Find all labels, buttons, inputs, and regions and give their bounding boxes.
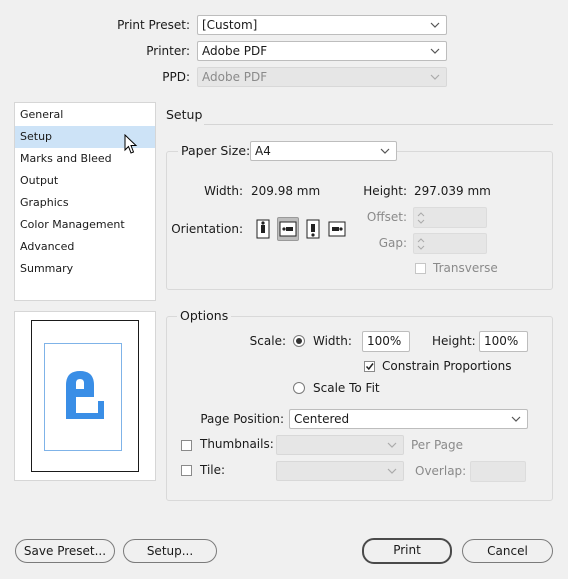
chevron-down-icon	[430, 74, 440, 80]
overlap-label: Overlap:	[415, 464, 467, 478]
chevron-down-icon	[511, 416, 521, 422]
checkmark-icon	[365, 363, 374, 371]
gap-field	[413, 233, 487, 254]
sidebar-item-label: Setup	[20, 130, 53, 143]
paper-height-label: Height:	[363, 184, 407, 198]
print-preset-value: [Custom]	[202, 18, 258, 32]
chevron-down-icon	[380, 148, 390, 154]
paper-height-value: 297.039 mm	[414, 184, 491, 198]
sidebar-item-general[interactable]: General	[15, 104, 155, 126]
constrain-proportions-label: Constrain Proportions	[382, 359, 512, 373]
orientation-portrait-button[interactable]	[254, 218, 272, 240]
transverse-checkbox	[415, 263, 426, 274]
thumbnails-checkbox[interactable]	[181, 440, 192, 451]
print-preset-label: Print Preset:	[117, 18, 190, 32]
sidebar-item-label: Summary	[20, 262, 74, 275]
tile-label: Tile:	[200, 463, 226, 477]
stepper-icon	[417, 238, 425, 250]
page-position-label: Page Position:	[200, 412, 284, 426]
tile-select	[276, 461, 404, 481]
sidebar-item-output[interactable]: Output	[15, 170, 155, 192]
per-page-label: Per Page	[411, 438, 463, 452]
transverse-label: Transverse	[433, 261, 498, 275]
scale-label: Scale:	[249, 334, 286, 348]
section-divider	[204, 124, 553, 125]
orientation-landscape-button[interactable]	[277, 217, 299, 241]
sidebar-item-advanced[interactable]: Advanced	[15, 236, 155, 258]
portrait-icon	[256, 219, 270, 239]
sidebar-item-label: General	[20, 108, 64, 121]
landscape-icon	[279, 221, 297, 237]
page-content-preview-icon	[66, 371, 104, 419]
save-preset-button[interactable]: Save Preset...	[15, 539, 115, 563]
paper-width-label: Width:	[204, 184, 243, 198]
sidebar-item-color-management[interactable]: Color Management	[15, 214, 155, 236]
chevron-down-icon	[430, 22, 440, 28]
paper-size-value: A4	[255, 144, 271, 158]
scale-to-fit-label: Scale To Fit	[313, 381, 380, 395]
sidebar-item-label: Graphics	[20, 196, 69, 209]
print-button[interactable]: Print	[362, 538, 452, 564]
scale-height-label: Height:	[432, 334, 476, 348]
preview-panel	[14, 311, 156, 481]
tile-checkbox[interactable]	[181, 465, 192, 476]
printer-label: Printer:	[146, 44, 190, 58]
printer-value: Adobe PDF	[202, 44, 268, 58]
printer-select[interactable]: Adobe PDF	[197, 41, 447, 61]
sidebar-item-label: Advanced	[20, 240, 75, 253]
sidebar-item-label: Output	[20, 174, 59, 187]
overlap-field	[470, 461, 526, 482]
sidebar-item-label: Marks and Bleed	[20, 152, 112, 165]
chevron-down-icon	[387, 442, 397, 448]
ppd-value: Adobe PDF	[202, 70, 268, 84]
mouse-cursor-icon	[124, 134, 138, 154]
scale-width-radio[interactable]	[293, 335, 305, 347]
reverse-portrait-icon	[306, 219, 320, 239]
sidebar-item-label: Color Management	[20, 218, 125, 231]
setup-button[interactable]: Setup...	[123, 539, 217, 563]
scale-height-input[interactable]: 100%	[479, 331, 528, 352]
stepper-icon	[417, 212, 425, 224]
chevron-down-icon	[430, 48, 440, 54]
ppd-label: PPD:	[162, 70, 190, 84]
print-preset-select[interactable]: [Custom]	[197, 15, 447, 35]
offset-field	[413, 207, 487, 228]
cancel-button[interactable]: Cancel	[462, 539, 553, 563]
offset-label: Offset:	[366, 210, 407, 224]
scale-width-input[interactable]: 100%	[362, 331, 410, 352]
paper-size-select[interactable]: A4	[250, 141, 397, 161]
thumbnails-select	[276, 435, 404, 455]
paper-size-label: Paper Size:	[178, 143, 254, 158]
sidebar-item-summary[interactable]: Summary	[15, 258, 155, 280]
category-list: General Setup Marks and Bleed Output Gra…	[14, 102, 156, 301]
orientation-label: Orientation:	[171, 222, 243, 236]
thumbnails-label: Thumbnails:	[200, 437, 274, 451]
page-preview	[31, 320, 139, 472]
options-legend: Options	[177, 308, 232, 323]
scale-to-fit-radio[interactable]	[293, 382, 305, 394]
ppd-select: Adobe PDF	[197, 67, 447, 87]
scale-width-label: Width:	[313, 334, 352, 348]
chevron-down-icon	[387, 468, 397, 474]
orientation-reverse-portrait-button[interactable]	[304, 218, 322, 240]
page-position-value: Centered	[294, 412, 350, 426]
paper-width-value: 209.98 mm	[251, 184, 321, 198]
section-title: Setup	[166, 107, 203, 122]
constrain-proportions-checkbox[interactable]	[364, 361, 375, 372]
sidebar-item-graphics[interactable]: Graphics	[15, 192, 155, 214]
gap-label: Gap:	[378, 236, 407, 250]
page-position-select[interactable]: Centered	[289, 409, 528, 429]
